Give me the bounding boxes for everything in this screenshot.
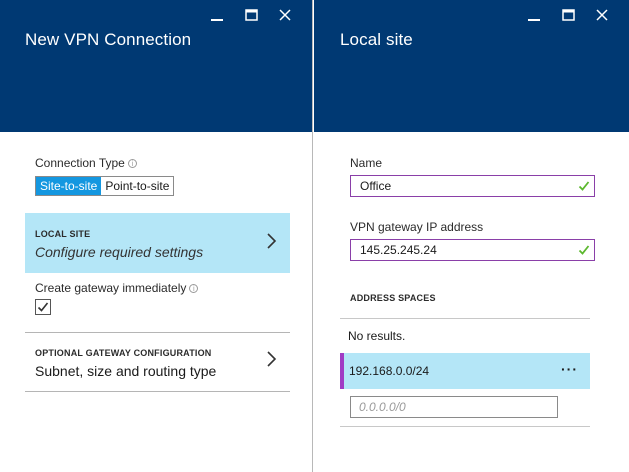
- close-button[interactable]: [585, 6, 619, 24]
- window-controls: [517, 6, 619, 24]
- vpn-gateway-value: 145.25.245.24: [360, 243, 437, 257]
- blade-title: Local site: [340, 30, 413, 49]
- divider: [340, 318, 590, 319]
- maximize-icon: [244, 9, 258, 21]
- optional-gateway-row[interactable]: OPTIONAL GATEWAY CONFIGURATION Subnet, s…: [25, 333, 290, 391]
- maximize-icon: [561, 9, 575, 21]
- address-spaces-title: ADDRESS SPACES: [350, 293, 436, 303]
- local-site-kicker: LOCAL SITE: [35, 229, 91, 239]
- connection-type-toggle: Site-to-site Point-to-site: [35, 176, 175, 196]
- window-controls: [200, 6, 302, 24]
- connection-type-text: Connection Type: [35, 156, 125, 170]
- blade-title: New VPN Connection: [25, 30, 192, 49]
- create-gateway-label: Create gateway immediately i: [35, 281, 199, 295]
- create-gateway-checkbox[interactable]: [35, 299, 51, 315]
- minimize-button[interactable]: [200, 6, 234, 24]
- info-icon[interactable]: i: [189, 284, 199, 293]
- address-space-value: 192.168.0.0/24: [349, 364, 430, 378]
- vpn-gateway-ip-field[interactable]: 145.25.245.24: [350, 239, 595, 261]
- minimize-icon: [211, 19, 223, 21]
- valid-check-icon: [578, 245, 590, 255]
- maximize-button[interactable]: [551, 6, 585, 24]
- divider: [25, 391, 290, 392]
- more-options-icon[interactable]: ···: [561, 361, 578, 377]
- local-site-blade: Local site Name Office VPN gateway IP ad…: [314, 0, 629, 472]
- chevron-right-icon: [267, 233, 277, 249]
- new-vpn-connection-blade: New VPN Connection Connection Type i Site…: [0, 0, 313, 472]
- address-space-row[interactable]: 192.168.0.0/24 ···: [340, 353, 590, 389]
- new-address-space-input[interactable]: 0.0.0.0/0: [350, 396, 558, 418]
- row-accent: [340, 353, 344, 389]
- address-space-placeholder: 0.0.0.0/0: [359, 400, 406, 414]
- blade-header: New VPN Connection: [0, 0, 312, 132]
- info-icon[interactable]: i: [127, 159, 137, 168]
- connection-type-label: Connection Type i: [35, 156, 137, 170]
- valid-check-icon: [578, 181, 590, 191]
- name-value: Office: [360, 179, 392, 193]
- vpn-gateway-label: VPN gateway IP address: [350, 220, 484, 234]
- create-gateway-text: Create gateway immediately: [35, 281, 187, 295]
- minimize-button[interactable]: [517, 6, 551, 24]
- maximize-button[interactable]: [234, 6, 268, 24]
- optional-gateway-text: Subnet, size and routing type: [35, 363, 217, 379]
- divider: [340, 426, 590, 427]
- point-to-site-option[interactable]: Point-to-site: [101, 177, 173, 195]
- chevron-right-icon: [267, 351, 277, 367]
- site-to-site-option[interactable]: Site-to-site: [36, 177, 102, 195]
- local-site-text: Configure required settings: [35, 244, 204, 260]
- close-button[interactable]: [268, 6, 302, 24]
- name-field[interactable]: Office: [350, 175, 595, 197]
- close-icon: [596, 9, 608, 21]
- optional-gateway-kicker: OPTIONAL GATEWAY CONFIGURATION: [35, 348, 212, 358]
- close-icon: [279, 9, 291, 21]
- minimize-icon: [528, 19, 540, 21]
- no-results-text: No results.: [348, 329, 406, 343]
- name-label: Name: [350, 156, 383, 170]
- checkmark-icon: [37, 302, 49, 312]
- blade-header: Local site: [314, 0, 629, 132]
- local-site-row[interactable]: LOCAL SITE Configure required settings: [25, 213, 290, 273]
